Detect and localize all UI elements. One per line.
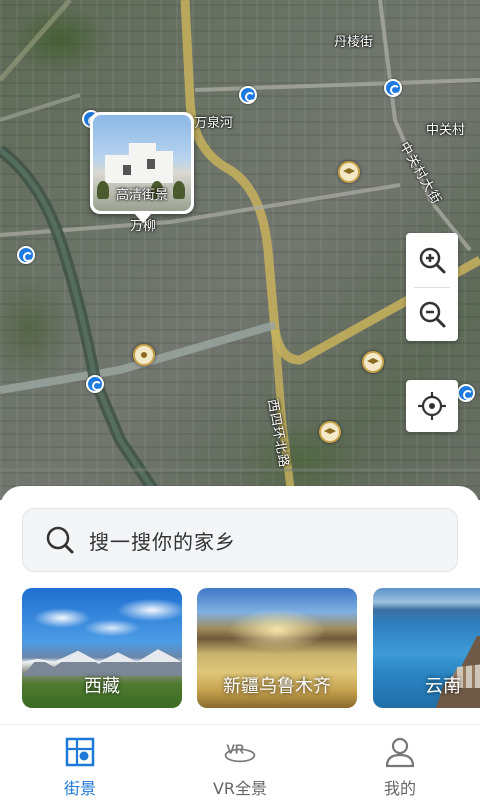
- zoom-out-icon: [419, 301, 446, 328]
- place-card-label: 新疆乌鲁木齐: [223, 676, 331, 697]
- place-card-xinjiang[interactable]: 新疆乌鲁木齐: [197, 588, 357, 708]
- school-poi-icon[interactable]: [362, 351, 384, 373]
- profile-icon: [383, 735, 417, 769]
- tab-label: 我的: [383, 779, 416, 798]
- zoom-in-button[interactable]: [406, 233, 458, 287]
- place-card-label: 西藏: [84, 676, 120, 697]
- street-view-icon: [63, 735, 97, 769]
- subway-station-icon[interactable]: [384, 79, 402, 97]
- vr-icon: VR: [223, 735, 257, 769]
- featured-places-carousel[interactable]: 西藏 新疆乌鲁木齐 云南: [0, 588, 480, 710]
- subway-station-icon[interactable]: [86, 375, 104, 393]
- place-card-yunnan[interactable]: 云南: [373, 588, 480, 708]
- bottom-sheet: 搜一搜你的家乡 西藏 新疆乌鲁木齐 云南: [0, 486, 480, 724]
- subway-station-icon[interactable]: [457, 384, 475, 402]
- place-card-label: 云南: [425, 676, 461, 697]
- school-poi-icon[interactable]: [319, 421, 341, 443]
- map-label-zhongguancun: 中关村: [426, 123, 466, 138]
- zoom-control: [406, 233, 458, 341]
- zoom-in-icon: [419, 247, 446, 274]
- place-card-tibet[interactable]: 西藏: [22, 588, 182, 708]
- map-label-wanquan-river: 万泉河: [194, 116, 234, 131]
- tab-label: 街景: [63, 779, 96, 798]
- tab-street-view[interactable]: 街景: [0, 725, 160, 800]
- subway-station-icon[interactable]: [239, 86, 257, 104]
- zoom-out-button[interactable]: [406, 287, 458, 341]
- tab-profile[interactable]: 我的: [320, 725, 480, 800]
- map-label-danling-street: 丹棱街: [334, 35, 374, 50]
- satellite-map[interactable]: 丹棱街 万泉河 中关村 中关村大街 万柳 西四环北路 高清街景: [0, 0, 480, 500]
- crosshair-icon: [418, 392, 446, 420]
- street-view-caption: 高清街景: [115, 188, 168, 203]
- school-poi-icon[interactable]: [338, 161, 360, 183]
- street-view-preview-card[interactable]: 高清街景: [90, 112, 194, 223]
- place-poi-icon[interactable]: [133, 344, 155, 366]
- bottom-tab-bar: 街景 VR VR全景 我的: [0, 724, 480, 800]
- search-input[interactable]: 搜一搜你的家乡: [22, 508, 458, 572]
- tab-vr-panorama[interactable]: VR VR全景: [160, 725, 320, 800]
- search-placeholder: 搜一搜你的家乡: [89, 529, 236, 554]
- search-icon: [45, 525, 75, 555]
- tab-label: VR全景: [212, 779, 268, 798]
- locate-me-button[interactable]: [406, 380, 458, 432]
- street-view-thumbnail: 高清街景: [93, 115, 191, 211]
- subway-station-icon[interactable]: [17, 246, 35, 264]
